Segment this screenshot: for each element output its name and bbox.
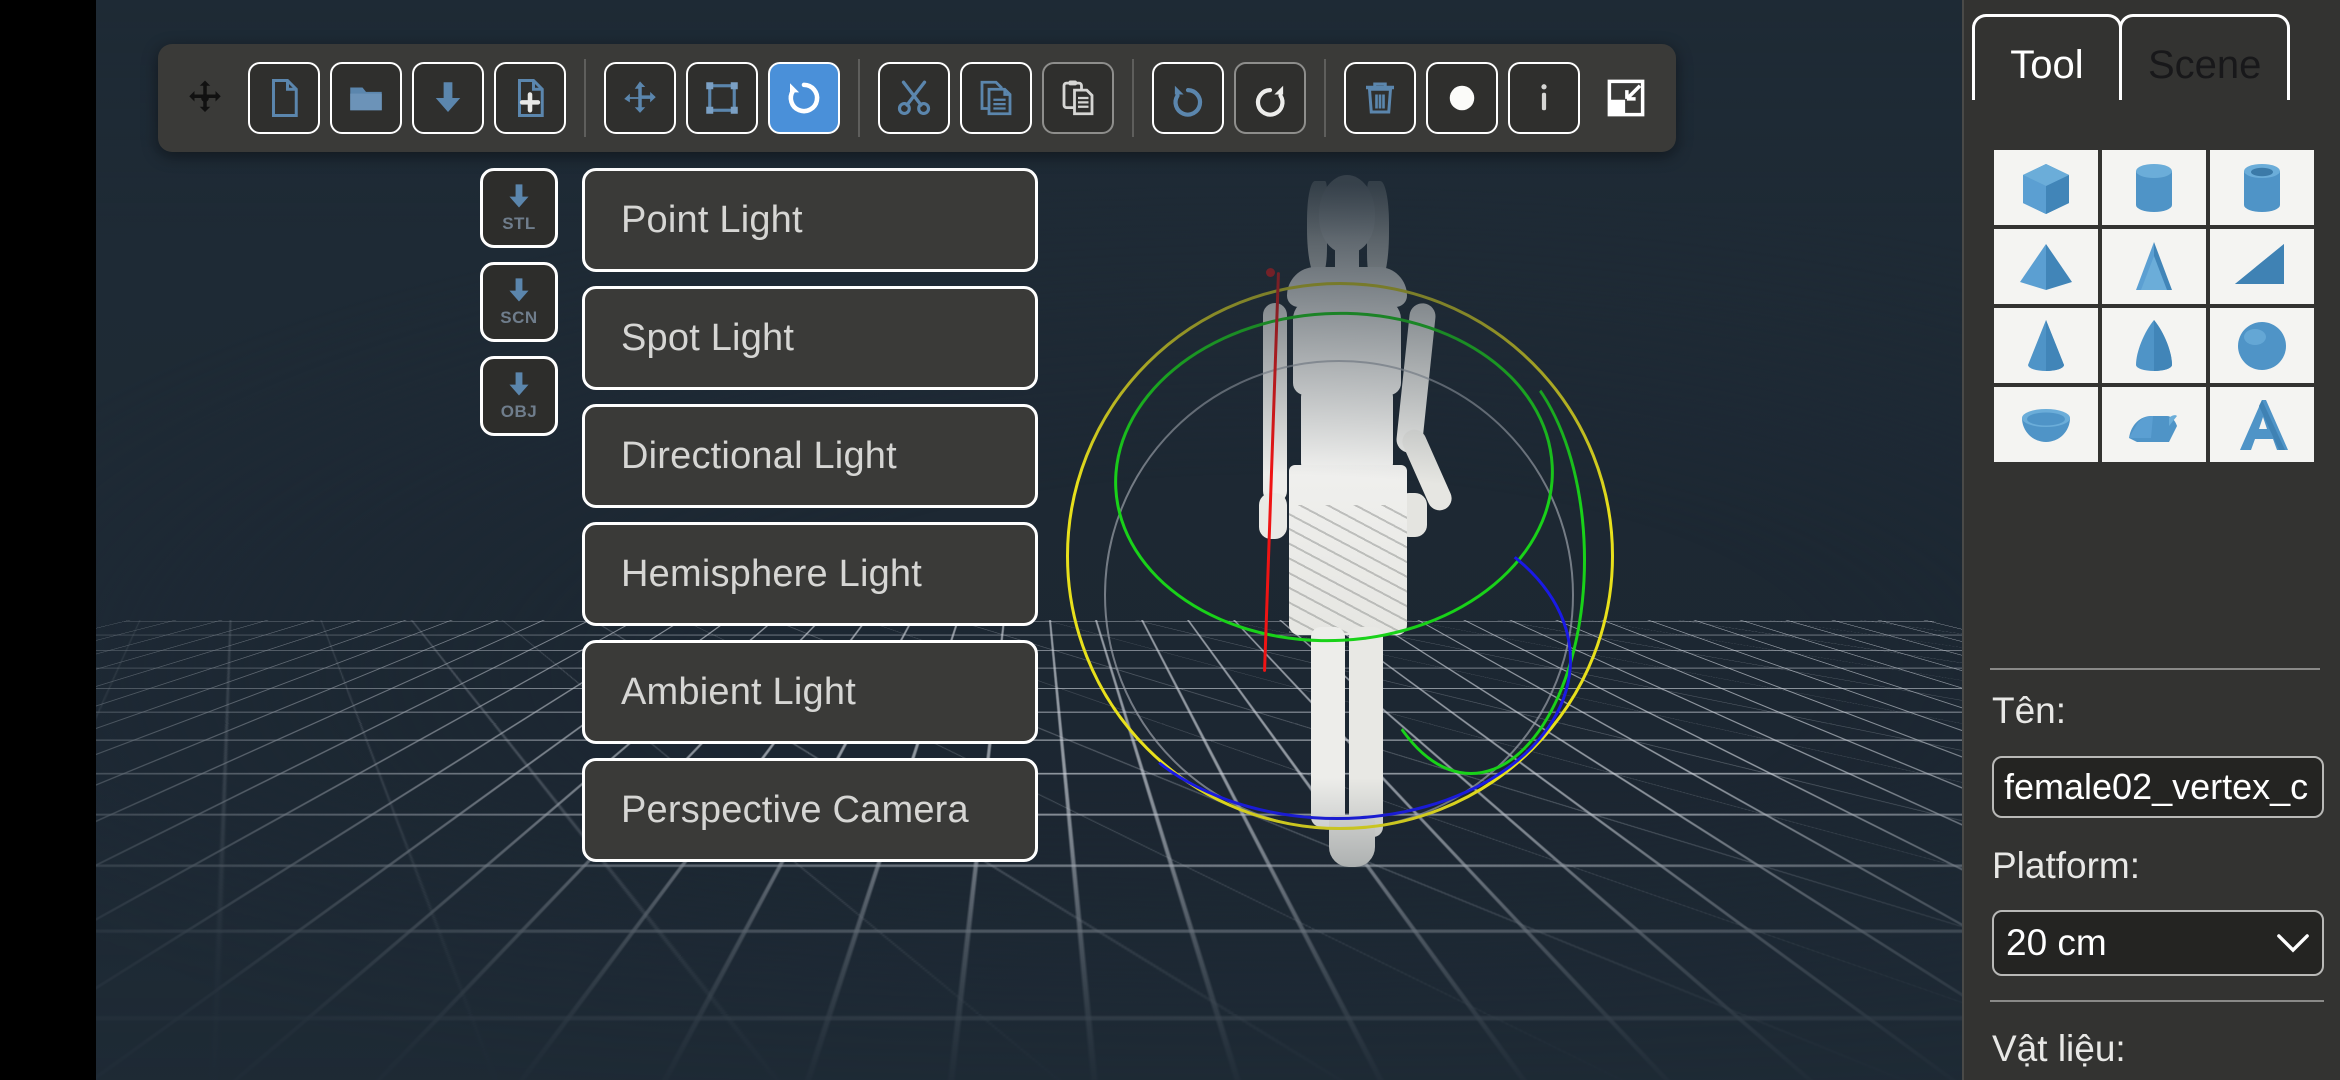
translate-tool-button[interactable] [604, 62, 676, 134]
info-button[interactable] [1508, 62, 1580, 134]
export-stl-label: STL [502, 213, 536, 233]
open-folder-button[interactable] [330, 62, 402, 134]
arch-icon [2129, 414, 2177, 442]
delete-button[interactable] [1344, 62, 1416, 134]
shape-cylinder[interactable] [2102, 150, 2206, 225]
scissors-icon [897, 80, 931, 115]
chevron-down-icon [2277, 934, 2309, 953]
text-a-icon [2240, 399, 2288, 450]
undo-button[interactable] [1152, 62, 1224, 134]
rotate-ccw-icon [788, 82, 820, 114]
download-arrow-icon [435, 82, 461, 112]
record-circle-icon [1449, 85, 1475, 111]
scale-box-icon [706, 82, 738, 114]
app-root: STL SCN OBJ Point Light Spot Light Direc… [0, 0, 2340, 1080]
clipboard-icon [1062, 80, 1094, 116]
toolbar-divider-2 [858, 59, 860, 137]
name-field-label: Tên: [1992, 690, 2067, 731]
document-plus-icon [518, 79, 544, 117]
shape-hemisphere[interactable] [1994, 387, 2098, 462]
download-arrow-icon [509, 183, 529, 208]
download-button[interactable] [412, 62, 484, 134]
platform-select-value: 20 cm [2006, 922, 2107, 963]
shape-wedge[interactable] [2210, 229, 2314, 304]
menu-item-spot-light[interactable]: Spot Light [582, 286, 1038, 390]
shape-tube[interactable] [2210, 150, 2314, 225]
copy-button[interactable] [960, 62, 1032, 134]
shape-round-cone[interactable] [2102, 308, 2206, 383]
round-cone-icon [2136, 319, 2172, 371]
export-obj-label: OBJ [500, 401, 538, 421]
shape-palette [1994, 150, 2330, 462]
cut-button[interactable] [878, 62, 950, 134]
shape-text[interactable] [2210, 387, 2314, 462]
redo-button[interactable] [1234, 62, 1306, 134]
tab-tool[interactable]: Tool [1972, 14, 2122, 100]
menu-item-perspective-camera[interactable]: Perspective Camera [582, 758, 1038, 862]
shape-sphere[interactable] [2210, 308, 2314, 383]
download-arrow-icon [509, 371, 529, 396]
menu-item-directional-light[interactable]: Directional Light [582, 404, 1038, 508]
paste-button[interactable] [1042, 62, 1114, 134]
right-panel: Tool Scene Tên: female02_vertex_c Platfo… [1962, 0, 2340, 1080]
shape-cube[interactable] [1994, 150, 2098, 225]
toolbar-divider-4 [1324, 59, 1326, 137]
cube-icon [2023, 163, 2069, 214]
wedge-icon [2235, 243, 2284, 284]
menu-item-ambient-light[interactable]: Ambient Light [582, 640, 1038, 744]
new-file-button[interactable] [248, 62, 320, 134]
move-handle-icon [189, 80, 221, 112]
toolbar-divider-1 [584, 59, 586, 137]
tube-icon [2244, 163, 2280, 212]
move-arrows-icon [624, 81, 656, 113]
pyramid-icon [2020, 243, 2072, 290]
shape-arch[interactable] [2102, 387, 2206, 462]
cone-icon [2028, 319, 2064, 371]
redo-arrow-icon [1255, 85, 1285, 117]
add-file-button[interactable] [494, 62, 566, 134]
collapse-button[interactable] [1590, 62, 1662, 134]
tab-scene[interactable]: Scene [2119, 14, 2291, 100]
panel-divider [1990, 668, 2320, 670]
toolbar-divider-3 [1132, 59, 1134, 137]
undo-arrow-icon [1173, 85, 1203, 117]
trash-icon [1366, 82, 1394, 114]
folder-icon [350, 87, 382, 111]
panel-tabs: Tool Scene [1964, 14, 2291, 100]
main-toolbar [158, 44, 1676, 152]
sphere-icon [2238, 321, 2286, 370]
export-obj-button[interactable]: OBJ [480, 356, 558, 436]
cylinder-icon [2136, 163, 2172, 212]
info-icon [1541, 84, 1547, 111]
record-button[interactable] [1426, 62, 1498, 134]
export-button-column: STL SCN OBJ [480, 168, 558, 436]
menu-item-point-light[interactable]: Point Light [582, 168, 1038, 272]
export-scn-button[interactable]: SCN [480, 262, 558, 342]
shape-tetrahedron[interactable] [2102, 229, 2206, 304]
export-scn-label: SCN [500, 307, 538, 327]
material-field-label: Vật liệu: [1992, 1028, 2126, 1069]
scale-tool-button[interactable] [686, 62, 758, 134]
platform-field-label: Platform: [1992, 845, 2141, 886]
light-menu: Point Light Spot Light Directional Light… [582, 168, 1038, 862]
collapse-arrow-icon [1607, 79, 1645, 117]
download-arrow-icon [509, 277, 529, 302]
shape-pyramid[interactable] [1994, 229, 2098, 304]
export-stl-button[interactable]: STL [480, 168, 558, 248]
shape-cone[interactable] [1994, 308, 2098, 383]
panel-divider-2 [1990, 1000, 2324, 1002]
menu-item-hemisphere-light[interactable]: Hemisphere Light [582, 522, 1038, 626]
copy-documents-icon [980, 80, 1012, 116]
platform-select[interactable]: 20 cm [1992, 910, 2324, 976]
document-icon [272, 79, 298, 117]
tetrahedron-icon [2136, 241, 2172, 290]
toolbar-drag-handle[interactable] [172, 65, 238, 131]
name-input[interactable]: female02_vertex_c [1992, 756, 2324, 818]
rotate-tool-button[interactable] [768, 62, 840, 134]
hemisphere-icon [2022, 408, 2070, 442]
device-bezel-left [0, 0, 96, 1080]
